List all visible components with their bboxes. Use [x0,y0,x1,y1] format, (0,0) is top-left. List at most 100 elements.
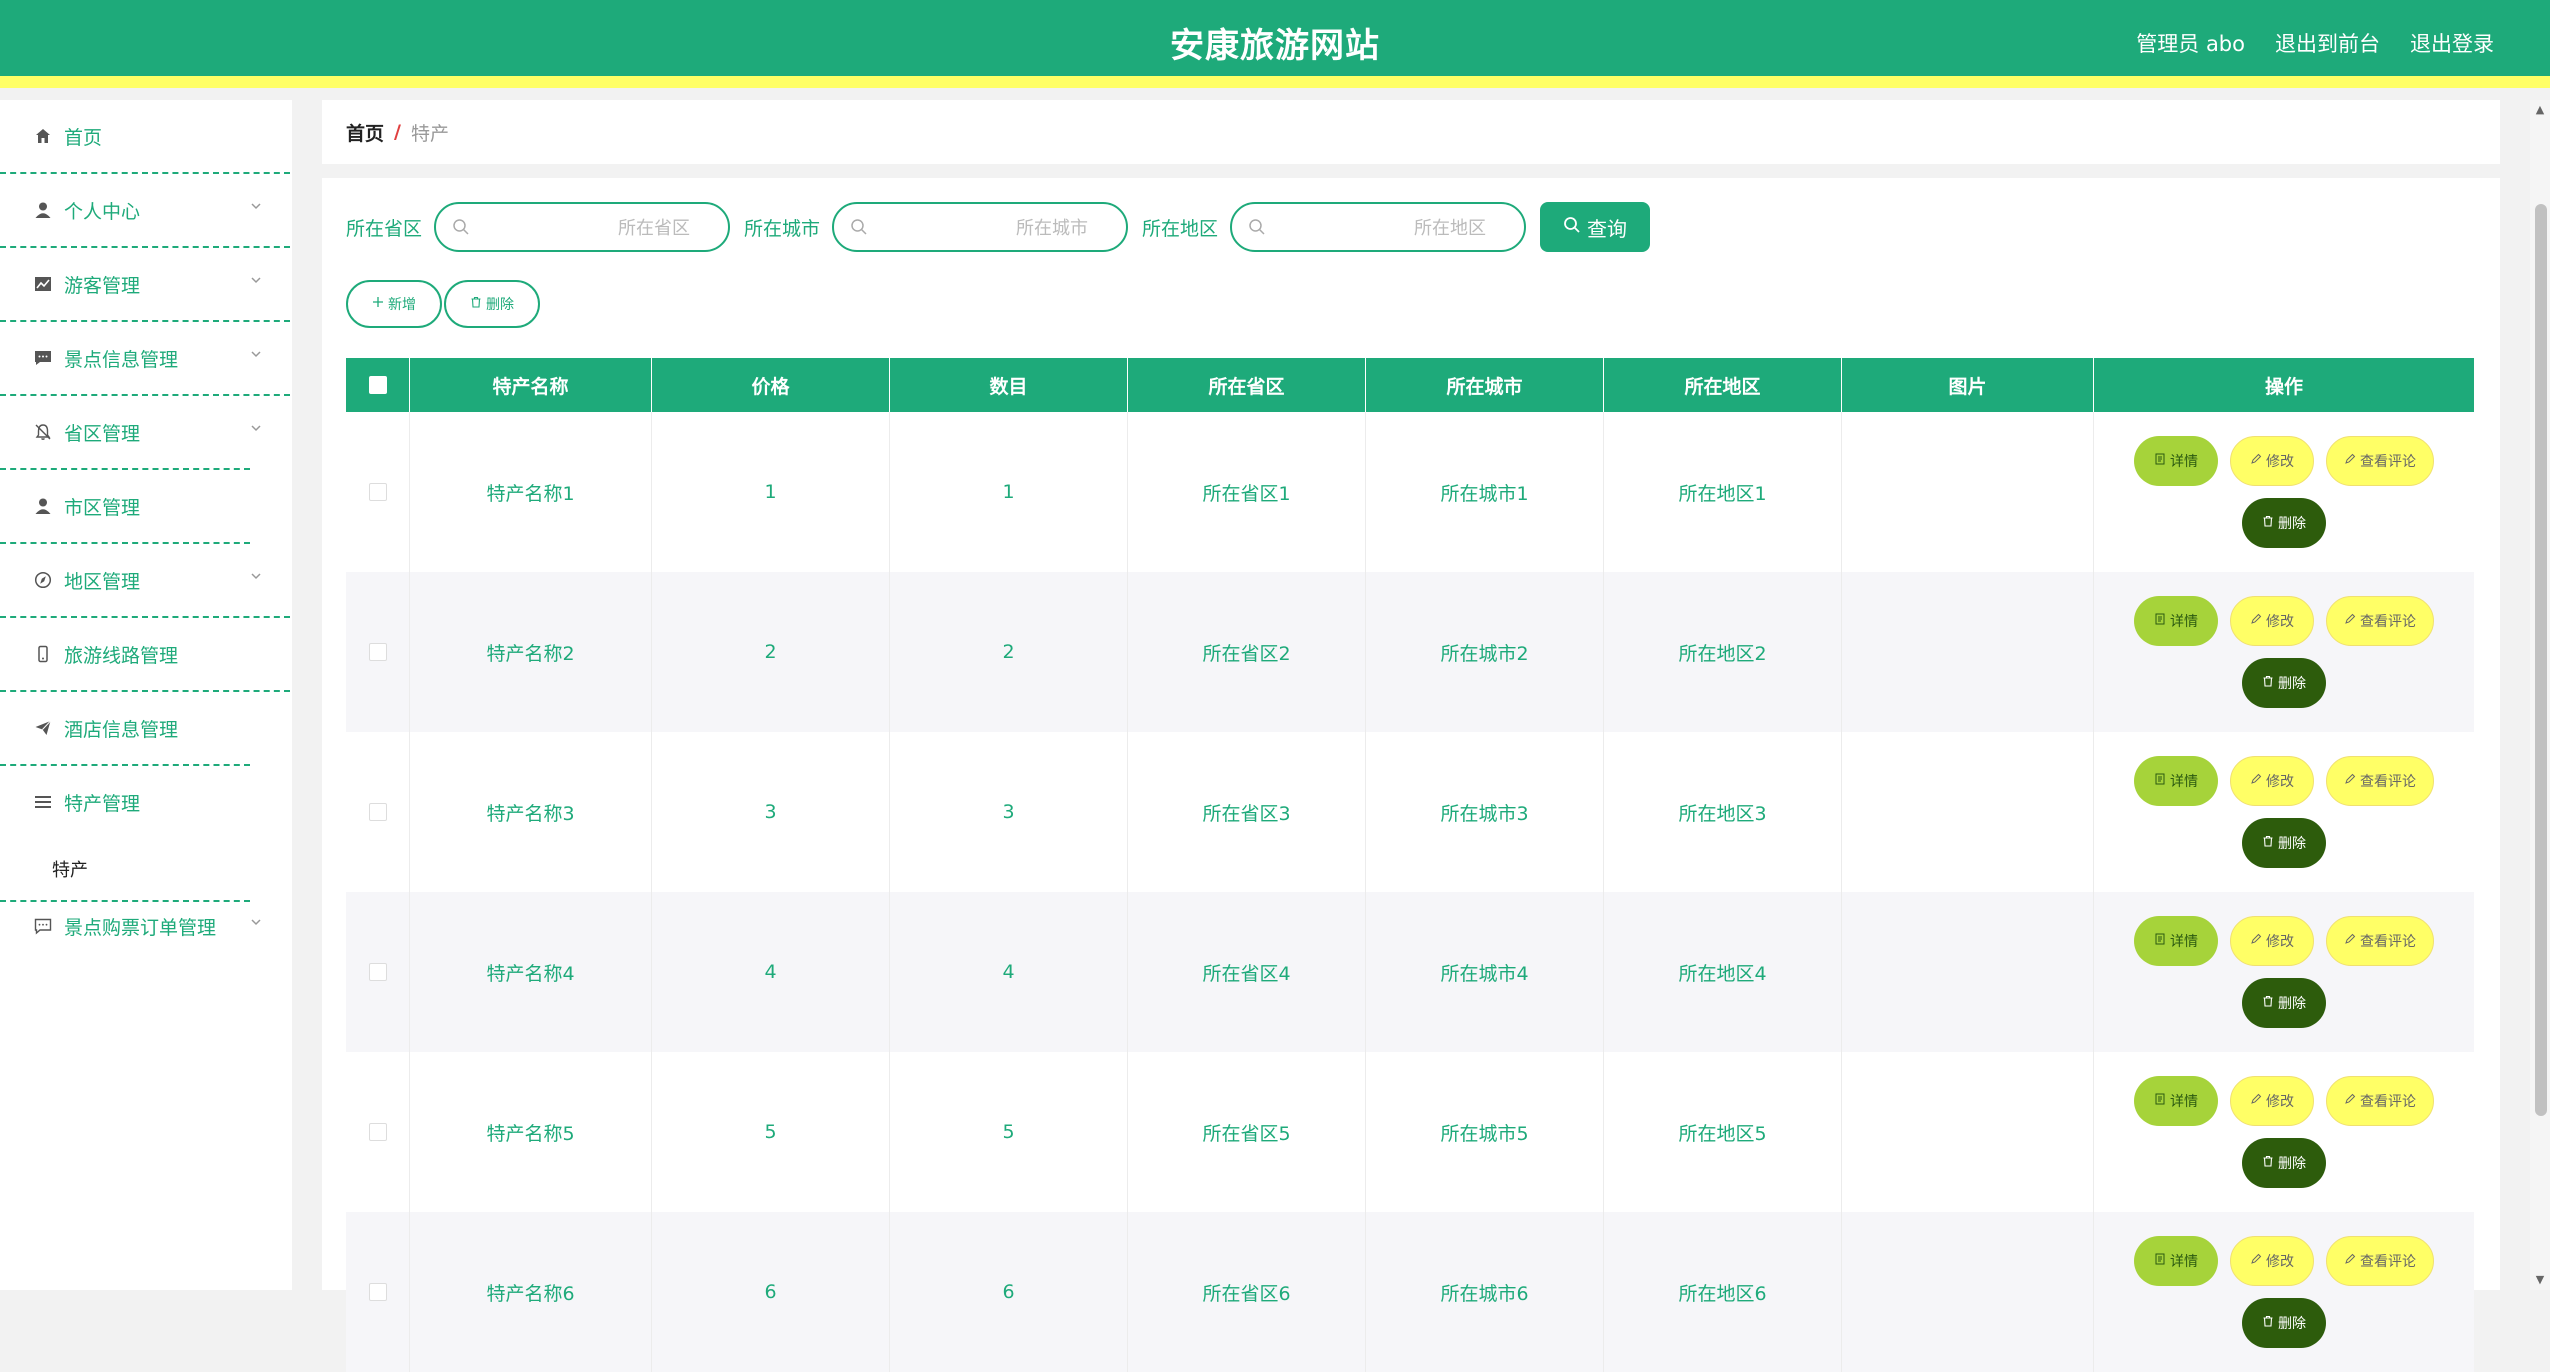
province-input[interactable] [480,214,693,242]
count-cell: 2 [890,572,1128,732]
scroll-up-icon[interactable]: ▲ [2534,104,2546,116]
sidebar-item-scenic[interactable]: 景点信息管理 [0,322,292,394]
scroll-thumb[interactable] [2535,204,2547,1116]
detail-button[interactable]: 详情 [2134,756,2218,806]
row-checkbox[interactable] [368,963,387,981]
edit-button[interactable]: 修改 [2230,1236,2314,1286]
province-search-field[interactable] [434,202,731,252]
sidebar-item-city[interactable]: 市区管理 [0,470,292,542]
specialty-name-cell: 特产名称2 [410,572,652,732]
table-row: 特产名称6 6 6 所在省区6 所在城市6 所在地区6 详情 修改 查看评论 删… [346,1212,2474,1372]
delete-button[interactable]: 删除 [2242,978,2326,1028]
add-button[interactable]: 新增 [346,280,442,328]
delete-button[interactable]: 删除 [2242,658,2326,708]
plus-icon [372,296,384,312]
edit-button[interactable]: 修改 [2230,1076,2314,1126]
sidebar-subitem-specialty[interactable]: 特产 [0,838,292,900]
trash-icon [2262,675,2274,691]
delete-button[interactable]: 删除 [2242,1298,2326,1348]
edit-button[interactable]: 修改 [2230,756,2314,806]
specialty-name-cell: 特产名称4 [410,892,652,1052]
top-header: 安康旅游网站 管理员 abo 退出到前台 退出登录 [0,0,2550,88]
document-icon [2154,453,2166,469]
trash-icon [2262,515,2274,531]
delete-label: 删除 [2278,676,2306,692]
detail-button[interactable]: 详情 [2134,1236,2218,1286]
row-checkbox[interactable] [368,803,387,821]
row-checkbox[interactable] [368,1123,387,1141]
batch-delete-button[interactable]: 删除 [444,280,540,328]
view-comments-button[interactable]: 查看评论 [2326,596,2434,646]
sidebar-item-province[interactable]: 省区管理 [0,396,292,468]
sidebar-subitem-label: 特产 [52,860,88,881]
sidebar-item-label: 特产管理 [64,792,141,815]
column-header: 价格 [652,358,890,412]
logout-link[interactable]: 退出登录 [2410,28,2494,58]
price-cell: 2 [652,572,890,732]
search-icon [850,218,868,236]
row-checkbox[interactable] [368,1283,387,1301]
area-search-field[interactable] [1230,202,1527,252]
sidebar-item-orders[interactable]: 景点购票订单管理 [0,902,292,950]
row-checkbox[interactable] [368,643,387,661]
area-cell: 所在地区4 [1604,892,1842,1052]
area-input[interactable] [1276,214,1489,242]
detail-button[interactable]: 详情 [2134,916,2218,966]
edit-icon [2250,453,2262,469]
detail-button[interactable]: 详情 [2134,1076,2218,1126]
sidebar-item-visitors[interactable]: 游客管理 [0,248,292,320]
column-header: 所在省区 [1128,358,1366,412]
image-cell [1842,1052,2094,1212]
query-button[interactable]: 查询 [1540,202,1651,252]
scroll-down-icon[interactable]: ▼ [2534,1274,2546,1286]
breadcrumb-current: 特产 [410,122,449,145]
delete-button[interactable]: 删除 [2242,498,2326,548]
breadcrumb-home[interactable]: 首页 [346,119,384,146]
view-comments-button[interactable]: 查看评论 [2326,756,2434,806]
city-search-field[interactable] [832,202,1129,252]
batch-delete-label: 删除 [486,297,514,313]
edit-button[interactable]: 修改 [2230,596,2314,646]
page-scrollbar[interactable]: ▲ ▼ [2530,100,2550,1290]
trash-icon [470,296,482,312]
sidebar-item-home[interactable]: 首页 [0,100,292,172]
admin-user-link[interactable]: 管理员 abo [2136,28,2245,58]
view-comments-button[interactable]: 查看评论 [2326,916,2434,966]
area-label: 所在地区 [1142,217,1219,240]
exit-to-frontend-link[interactable]: 退出到前台 [2275,28,2380,58]
edit-button[interactable]: 修改 [2230,916,2314,966]
city-input[interactable] [878,214,1091,242]
edit-icon [2250,933,2262,949]
sidebar-item-specialty[interactable]: 特产管理 [0,766,292,838]
edit-button[interactable]: 修改 [2230,436,2314,486]
bell-icon [32,421,54,443]
row-check-cell [346,1052,410,1212]
sidebar-item-profile[interactable]: 个人中心 [0,174,292,246]
select-all-checkbox[interactable] [368,376,387,394]
delete-button[interactable]: 删除 [2242,1138,2326,1188]
city-cell: 所在城市5 [1366,1052,1604,1212]
search-icon [452,218,470,236]
row-check-cell [346,892,410,1052]
row-check-cell [346,732,410,892]
sidebar-item-area[interactable]: 地区管理 [0,544,292,616]
delete-button[interactable]: 删除 [2242,818,2326,868]
phone-icon [32,643,54,665]
view-comments-label: 查看评论 [2360,774,2416,790]
row-actions-line: 详情 修改 查看评论 [2134,756,2434,806]
trash-icon [2262,835,2274,851]
detail-label: 详情 [2170,1094,2198,1110]
view-comments-button[interactable]: 查看评论 [2326,1236,2434,1286]
detail-button[interactable]: 详情 [2134,596,2218,646]
send-icon [32,717,54,739]
view-comments-button[interactable]: 查看评论 [2326,436,2434,486]
row-checkbox[interactable] [368,483,387,501]
sidebar-item-hotel[interactable]: 酒店信息管理 [0,692,292,764]
sidebar-item-label: 省区管理 [64,422,141,445]
detail-button[interactable]: 详情 [2134,436,2218,486]
view-comments-button[interactable]: 查看评论 [2326,1076,2434,1126]
delete-label: 删除 [2278,1316,2306,1332]
user-icon [32,199,54,221]
sidebar-item-routes[interactable]: 旅游线路管理 [0,618,292,690]
detail-label: 详情 [2170,934,2198,950]
